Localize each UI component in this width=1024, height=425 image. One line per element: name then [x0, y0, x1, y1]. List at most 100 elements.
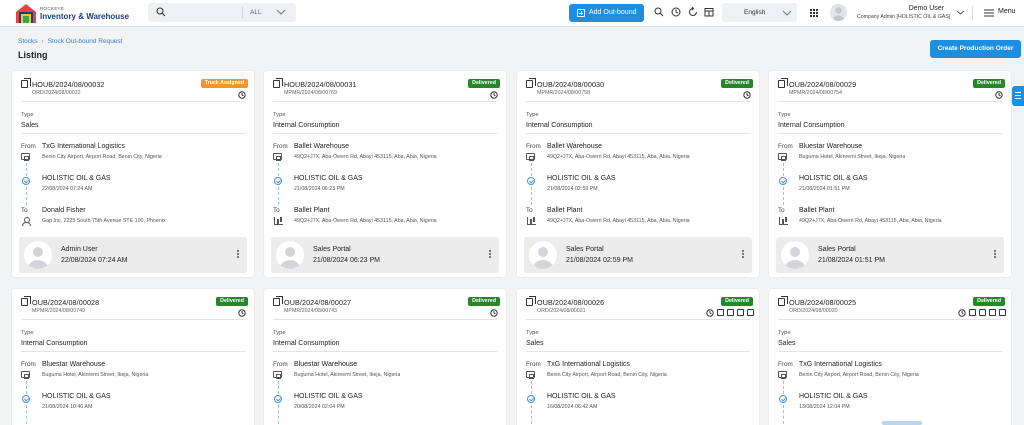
apps-grid-icon[interactable] — [809, 8, 818, 17]
company-name: HOLISTIC OIL & GAS — [294, 175, 363, 182]
outbound-card[interactable]: OUB/2024/08/00028 MPMR/2024/08/00749 Deliv… — [11, 288, 255, 425]
add-outbound-button[interactable]: Add Out-bound — [569, 4, 644, 22]
from-label: From — [778, 143, 793, 150]
from-name: Bluestar Warehouse — [42, 361, 106, 368]
route-line — [531, 405, 532, 425]
outbound-id[interactable]: OUB/2024/08/00029 — [789, 80, 856, 89]
refresh-icon[interactable] — [688, 7, 698, 17]
history-icon[interactable] — [238, 309, 246, 317]
print-icon[interactable] — [747, 309, 754, 316]
outbound-id[interactable]: OUB/2024/08/00030 — [537, 80, 604, 89]
file-icon[interactable] — [727, 309, 734, 316]
outbound-card[interactable]: OUB/2024/08/00027 MPMR/2024/08/00743 Deliv… — [263, 288, 507, 425]
from-address: 49Q2+J7X, Aba-Owerri Rd, Abayi 453115, A… — [294, 154, 437, 160]
to-address: 49Q2+J7X, Aba-Owerri Rd, Abayi 453115, A… — [294, 218, 437, 224]
history-icon[interactable] — [995, 91, 1003, 99]
created-by-box: Sales Portal 21/08/2024 02:59 PM — [524, 237, 752, 273]
divider — [273, 101, 497, 102]
route-arrow-icon — [527, 177, 535, 185]
pdf-icon[interactable] — [717, 309, 724, 316]
from-name: TxG International Logistics — [547, 361, 630, 368]
menu-button[interactable]: Menu — [984, 8, 1016, 19]
pdf-icon[interactable] — [969, 309, 976, 316]
horizontal-scrollbar[interactable] — [882, 421, 922, 425]
to-name: Ballet Plant — [294, 207, 330, 214]
print-icon[interactable] — [999, 309, 1006, 316]
filter-panel-tab[interactable] — [1012, 86, 1024, 106]
more-options-icon[interactable] — [237, 250, 239, 258]
from-address: Benin City Airport, Airport Road, Benin … — [42, 154, 162, 160]
history-icon[interactable] — [958, 309, 966, 317]
company-name: HOLISTIC OIL & GAS — [42, 175, 111, 182]
type-value: Sales — [21, 122, 39, 129]
from-address: Buguma Hotel, Akinremi Street, Ikeja, Ni… — [294, 372, 401, 378]
file-icon[interactable] — [979, 309, 986, 316]
create-production-order-button[interactable]: Create Production Order — [930, 40, 1021, 58]
history-icon[interactable] — [490, 309, 498, 317]
plant-icon — [779, 217, 788, 225]
outbound-card[interactable]: OUB/2024/08/00025 ORD/2024/08/00020 Delive… — [768, 288, 1012, 425]
created-date: 21/08/2024 06:23 PM — [313, 257, 380, 264]
document-icon — [273, 296, 283, 306]
more-options-icon[interactable] — [489, 250, 491, 258]
mail-icon[interactable] — [737, 309, 744, 316]
route-arrow-icon — [274, 395, 282, 403]
status-badge: Delivered — [973, 79, 1005, 88]
history-icon[interactable] — [743, 91, 751, 99]
global-search[interactable]: ALL — [148, 3, 296, 22]
route-line — [26, 163, 27, 176]
top-bar: ROCKEYE Inventory & Warehouse ALL Add Ou… — [0, 0, 1024, 27]
breadcrumb-stocks[interactable]: Stocks — [18, 38, 38, 45]
menu-label: Menu — [998, 8, 1016, 15]
avatar — [24, 241, 52, 269]
history-icon[interactable] — [671, 7, 681, 17]
route-line — [278, 405, 279, 425]
brand-name: Inventory & Warehouse — [40, 12, 130, 21]
chevron-down-icon[interactable] — [956, 9, 965, 16]
outbound-id[interactable]: OUB/2024/08/00028 — [32, 298, 99, 307]
company-name: HOLISTIC OIL & GAS — [547, 393, 616, 400]
history-icon[interactable] — [238, 91, 246, 99]
language-select[interactable]: English — [722, 3, 797, 22]
calendar-icon[interactable] — [704, 7, 714, 17]
outbound-card[interactable]: HOUB/2024/08/00031 MPMR/2024/08/00769 Deli… — [263, 70, 507, 278]
history-icon[interactable] — [490, 91, 498, 99]
route-line — [26, 381, 27, 394]
search-divider — [242, 7, 243, 18]
outbound-id[interactable]: OUB/2024/08/00027 — [284, 298, 351, 307]
divider — [778, 351, 1002, 352]
more-options-icon[interactable] — [742, 250, 744, 258]
divider — [526, 101, 750, 102]
history-icon[interactable] — [706, 309, 714, 317]
order-reference: MPMR/2024/08/00758 — [537, 90, 591, 96]
outbound-id[interactable]: OUB/2024/08/00025 — [789, 298, 856, 307]
order-reference: ORD/2024/08/00022 — [32, 90, 81, 96]
company-name: HOLISTIC OIL & GAS — [799, 175, 868, 182]
mail-icon[interactable] — [989, 309, 996, 316]
outbound-id[interactable]: OUB/2024/08/00026 — [537, 298, 604, 307]
outbound-id[interactable]: HOUB/2024/08/00032 — [32, 80, 105, 89]
route-arrow-icon — [779, 177, 787, 185]
outbound-card[interactable]: HOUB/2024/08/00032 ORD/2024/08/00022 Truck… — [11, 70, 255, 278]
route-arrow-icon — [274, 177, 282, 185]
outbound-card[interactable]: OUB/2024/08/00029 MPMR/2024/08/00754 Deliv… — [768, 70, 1012, 278]
type-value: Sales — [526, 340, 544, 347]
search-icon[interactable] — [654, 7, 664, 17]
warehouse-icon — [526, 371, 535, 379]
divider — [778, 319, 1002, 320]
search-scope-select[interactable]: ALL — [250, 9, 262, 16]
outbound-card[interactable]: OUB/2024/08/00026 ORD/2024/08/00021 Delive… — [516, 288, 760, 425]
outbound-card[interactable]: OUB/2024/08/00030 MPMR/2024/08/00758 Deliv… — [516, 70, 760, 278]
to-name: Ballet Plant — [547, 207, 583, 214]
created-date: 21/08/2024 01:51 PM — [818, 257, 885, 264]
created-by-box: Sales Portal 21/08/2024 06:23 PM — [271, 237, 499, 273]
breadcrumb-outbound[interactable]: Stock Out-bound Request — [48, 38, 123, 45]
chevron-down-icon[interactable] — [276, 8, 286, 16]
more-options-icon[interactable] — [994, 250, 996, 258]
warehouse-icon — [273, 371, 282, 379]
created-by-name: Sales Portal — [313, 246, 351, 253]
from-address: Buguma Hotel, Akinremi Street, Ikeja, Ni… — [42, 372, 149, 378]
outbound-id[interactable]: HOUB/2024/08/00031 — [284, 80, 357, 89]
from-address: Buguma Hotel, Akinremi Street, Ikeja, Ni… — [799, 154, 906, 160]
user-name: Demo User — [908, 5, 944, 12]
